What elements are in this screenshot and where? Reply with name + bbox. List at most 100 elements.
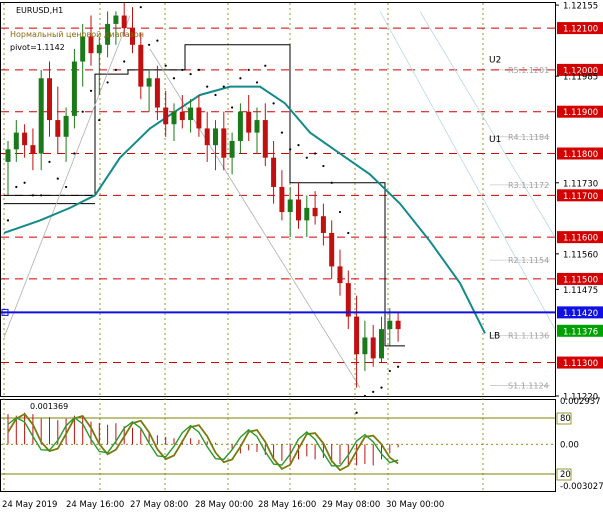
candle-body xyxy=(213,128,218,146)
sar-dot xyxy=(280,131,283,134)
symbol-label: EURUSD,H1 xyxy=(16,6,63,15)
sar-dot xyxy=(81,110,84,113)
sar-dot xyxy=(388,369,391,373)
candle-body xyxy=(163,107,169,125)
sar-dot xyxy=(123,60,126,63)
moving-average xyxy=(3,85,486,334)
trend-line xyxy=(149,48,361,388)
candle-body xyxy=(329,232,335,267)
candle-body xyxy=(229,140,235,158)
pivot-level-label: R4.1.1184 xyxy=(508,133,549,142)
candle-body xyxy=(379,329,384,359)
sar-dot xyxy=(197,68,200,71)
candle-body xyxy=(80,36,86,62)
candle-body xyxy=(395,320,401,330)
time-label: 28 May 00:00 xyxy=(195,500,253,510)
candle-body xyxy=(246,111,252,133)
candle-body xyxy=(362,337,368,355)
sar-dot xyxy=(98,118,101,122)
pivot-value-label: pivot=1.1142 xyxy=(10,43,65,52)
candle-body xyxy=(154,78,160,108)
oscillator: 0.001369 0.002937800.0020-0.003027 xyxy=(1,397,603,492)
oscillator-tick-label: -0.003027 xyxy=(560,482,603,492)
time-label: 24 May 2019 xyxy=(2,500,57,510)
candle-body xyxy=(13,132,19,150)
time-label: 28 May 16:00 xyxy=(258,500,316,510)
candle-body xyxy=(179,111,185,121)
sar-dot xyxy=(272,102,275,105)
trend-line xyxy=(379,11,556,330)
time-axis: 24 May 2019 24 May 16:00 27 May 08:00 28 Ma… xyxy=(2,500,444,510)
sar-dot xyxy=(255,81,259,84)
price-tag-label: 1.11420 xyxy=(563,309,598,319)
sar-dot xyxy=(380,386,383,389)
sar-dot xyxy=(23,181,26,184)
price-tag-label: 1.11900 xyxy=(563,108,598,118)
oscillator-tick-label: 0.00 xyxy=(560,440,579,450)
grid xyxy=(3,3,550,490)
candle-body xyxy=(38,78,44,154)
candle-body xyxy=(296,199,301,221)
sar-dot xyxy=(372,390,375,393)
time-label: 29 May 08:00 xyxy=(322,500,380,510)
candle-body xyxy=(312,207,318,217)
candle-body xyxy=(30,145,36,154)
price-tag-label: 1.11376 xyxy=(563,327,598,337)
oscillator-value-label: 0.001369 xyxy=(30,402,68,411)
candle-body xyxy=(138,44,144,87)
sar-dot xyxy=(247,68,250,71)
sar-dot xyxy=(347,231,350,235)
oscillator-pane-frame xyxy=(0,399,556,492)
candle-body xyxy=(237,111,243,141)
candle-body xyxy=(254,120,260,133)
pivot-level-label: R5.1.1201 xyxy=(508,66,549,75)
sar-dot xyxy=(65,185,68,189)
price-tick-label: 1.12155 xyxy=(563,2,598,12)
candle-body xyxy=(279,186,285,213)
sar-dot xyxy=(338,210,342,214)
sar-dot xyxy=(114,68,117,71)
sar-dot xyxy=(106,81,109,84)
price-tick-label: 1.11730 xyxy=(563,179,598,189)
price-tag-label: 1.11800 xyxy=(563,150,598,160)
candle-body xyxy=(22,132,28,146)
sar-dot xyxy=(297,144,300,147)
sar-dot xyxy=(31,194,34,197)
sar-dot xyxy=(314,152,317,155)
pivot-level-label: R1.1.1136 xyxy=(508,331,549,340)
candle-body xyxy=(320,216,326,233)
trend-line xyxy=(3,15,131,338)
candle-body xyxy=(370,337,376,359)
moving-average-line xyxy=(3,85,486,334)
sar-dot xyxy=(164,64,167,67)
oscillator-tick-label: 80 xyxy=(560,414,571,424)
sar-dot xyxy=(355,411,358,414)
candle-body xyxy=(287,199,293,213)
sar-dot xyxy=(139,6,142,9)
parabolic-sar xyxy=(6,6,400,414)
sar-dot xyxy=(189,72,192,76)
price-tag-label: 1.11500 xyxy=(563,275,598,285)
price-tag-label: 1.12100 xyxy=(563,25,598,35)
sar-dot xyxy=(222,85,225,88)
candle-body xyxy=(221,128,227,158)
sar-dot xyxy=(289,148,292,151)
sar-dot xyxy=(206,85,209,88)
candle-body xyxy=(171,111,177,125)
candle-body xyxy=(387,320,393,330)
pivot-level-label: R3.1.1172 xyxy=(508,181,549,190)
pivot-level-label: R2.1.1154 xyxy=(508,256,549,265)
sar-dot xyxy=(56,177,59,180)
pivot-line xyxy=(1,308,555,316)
candle-body xyxy=(63,115,69,137)
price-tag-label: 1.11700 xyxy=(563,192,598,202)
price-tag-label: 1.11300 xyxy=(563,359,598,369)
band-label: LB xyxy=(489,331,500,341)
sar-dot xyxy=(397,365,400,368)
candle-body xyxy=(337,266,343,284)
time-label: 24 May 16:00 xyxy=(66,500,124,510)
band-label: U1 xyxy=(489,135,501,145)
candle-body xyxy=(47,78,52,121)
indicator-title: Нормальный ценовой диапазон xyxy=(10,30,144,39)
candle-body xyxy=(204,128,210,146)
